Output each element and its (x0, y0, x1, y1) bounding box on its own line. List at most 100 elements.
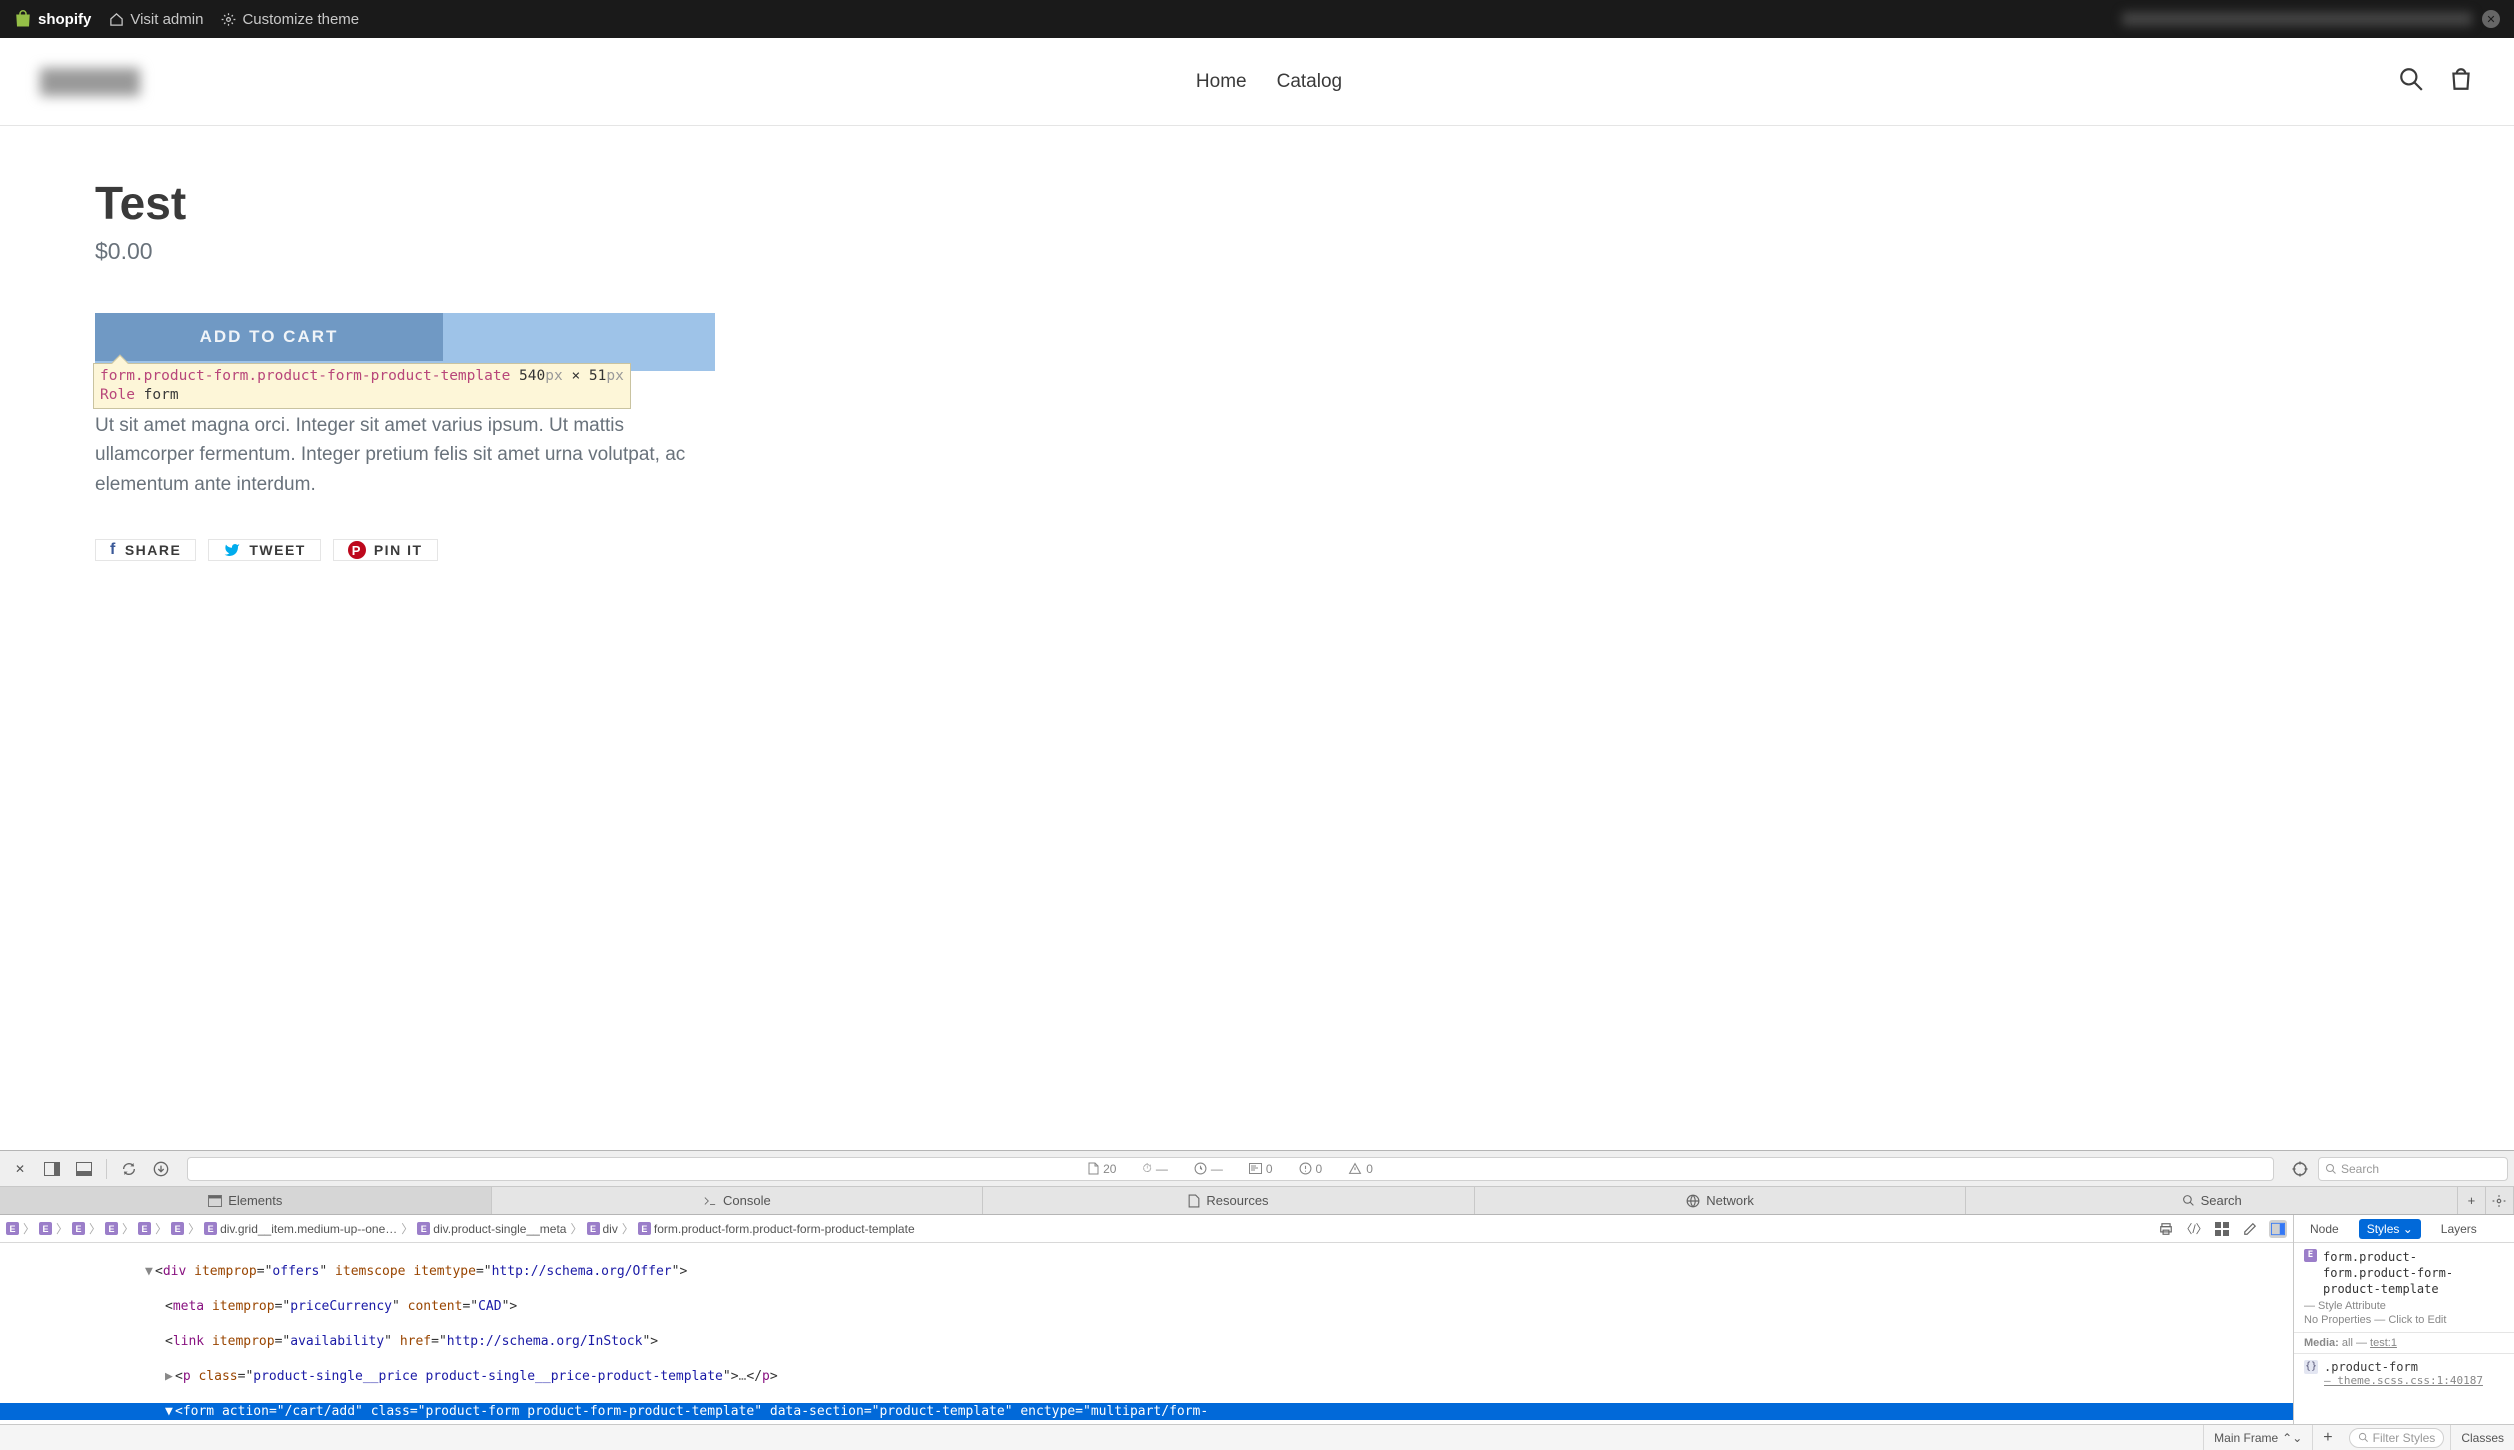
facebook-icon: f (110, 541, 117, 559)
share-label: SHARE (125, 542, 182, 558)
search-icon[interactable] (2398, 66, 2424, 97)
tab-add[interactable]: + (2458, 1187, 2486, 1214)
inspected-form-area: ADD TO CART form.product-form.product-fo… (95, 313, 725, 371)
bc-item[interactable]: E (171, 1222, 184, 1235)
product-title: Test (95, 176, 725, 230)
store-header: Home Catalog (0, 38, 2514, 126)
close-icon[interactable]: ✕ (2482, 10, 2500, 28)
side-tab-layers[interactable]: Layers (2433, 1219, 2485, 1239)
clock-status: — (1194, 1162, 1223, 1176)
devtools-footer: Main Frame ⌃⌄ + Filter Styles Classes (0, 1424, 2514, 1450)
share-pinterest-button[interactable]: P PIN IT (333, 539, 438, 561)
bc-item[interactable]: E form.product-form.product-form-product… (638, 1222, 915, 1236)
bc-item[interactable]: E (72, 1222, 85, 1235)
product-price: $0.00 (95, 238, 725, 265)
styles-sidebar: Node Styles ⌄ Layers E form.product-form… (2294, 1215, 2514, 1424)
bc-item[interactable]: E (138, 1222, 151, 1235)
share-facebook-button[interactable]: f SHARE (95, 539, 196, 561)
shopify-wordmark: shopify (38, 11, 91, 28)
dock-bottom-button[interactable] (70, 1156, 98, 1182)
dom-panel: E〉 E〉 E〉 E〉 E〉 E〉 E div.grid__item.mediu… (0, 1215, 2294, 1424)
product-content: Test $0.00 ADD TO CART form.product-form… (0, 126, 820, 561)
code-icon[interactable]: 〈/〉 (2185, 1220, 2203, 1238)
search-icon (2325, 1163, 2337, 1175)
devtools-status-bar: 20 ⏱ — — 0 0 0 (187, 1157, 2274, 1181)
tooltip-width: 540 (519, 368, 545, 384)
timer-status: ⏱ — (1142, 1161, 1167, 1176)
visit-admin-label: Visit admin (130, 11, 203, 28)
css-rule-icon: {} (2304, 1360, 2318, 1374)
tab-console[interactable]: Console (492, 1187, 984, 1214)
toggle-sidebar-icon[interactable] (2269, 1220, 2287, 1238)
admin-bar-message-blurred (2122, 12, 2472, 26)
tab-elements[interactable]: Elements (0, 1187, 492, 1214)
doc-count: 20 (1088, 1162, 1116, 1176)
shopify-logo[interactable]: shopify (14, 9, 91, 29)
devtools-search-box[interactable]: Search (2318, 1157, 2508, 1181)
tab-network[interactable]: Network (1475, 1187, 1967, 1214)
shopify-bag-icon (14, 9, 32, 29)
warning-count: 0 (1348, 1162, 1373, 1176)
grid-icon[interactable] (2213, 1220, 2231, 1238)
bc-item[interactable]: E (105, 1222, 118, 1235)
store-nav: Home Catalog (140, 71, 2398, 93)
element-picker-button[interactable] (2286, 1156, 2314, 1182)
admin-bar-left: shopify Visit admin Customize theme (14, 9, 359, 29)
tab-resources[interactable]: Resources (983, 1187, 1475, 1214)
tweet-label: TWEET (249, 542, 306, 558)
main-frame-selector[interactable]: Main Frame ⌃⌄ (2203, 1425, 2312, 1450)
close-devtools-button[interactable]: ✕ (6, 1156, 34, 1182)
product-description: Ut sit amet magna orci. Integer sit amet… (95, 411, 695, 499)
sidebar-tabs: Node Styles ⌄ Layers (2294, 1215, 2514, 1243)
store-logo-blurred[interactable] (40, 68, 140, 96)
devtools-tabs: Elements Console Resources Network Searc… (0, 1187, 2514, 1215)
gear-icon (221, 12, 236, 27)
cart-icon[interactable] (2448, 66, 2474, 97)
bc-item[interactable]: E (39, 1222, 52, 1235)
nav-catalog[interactable]: Catalog (1277, 71, 1343, 93)
side-tab-styles[interactable]: Styles ⌄ (2359, 1219, 2421, 1239)
dom-breadcrumb: E〉 E〉 E〉 E〉 E〉 E〉 E div.grid__item.mediu… (0, 1215, 2293, 1243)
new-rule-button[interactable]: + (2312, 1425, 2342, 1450)
tab-settings[interactable] (2486, 1187, 2514, 1214)
print-icon[interactable] (2157, 1220, 2175, 1238)
dom-selected-node[interactable]: ▼<form action="/cart/add" class="product… (0, 1403, 2293, 1421)
share-twitter-button[interactable]: TWEET (208, 539, 321, 561)
twitter-icon (223, 542, 241, 558)
tab-search[interactable]: Search (1966, 1187, 2458, 1214)
style-rule-sheet[interactable]: {} .product-form — theme.scss.css:1:4018… (2294, 1354, 2514, 1393)
reload-button[interactable] (115, 1156, 143, 1182)
devtools-body: E〉 E〉 E〉 E〉 E〉 E〉 E div.grid__item.mediu… (0, 1215, 2514, 1424)
visit-admin-link[interactable]: Visit admin (109, 11, 203, 28)
tooltip-role-value: form (144, 387, 179, 403)
download-button[interactable] (147, 1156, 175, 1182)
devtools-panel: ✕ 20 ⏱ — — 0 (0, 1150, 2514, 1450)
dom-tree[interactable]: ▼<div itemprop="offers" itemscope itemty… (0, 1243, 2293, 1424)
admin-bar-right: ✕ (2122, 10, 2500, 28)
bc-item[interactable]: E div.grid__item.medium-up--one… (204, 1222, 397, 1236)
pin-label: PIN IT (374, 542, 423, 558)
nav-home[interactable]: Home (1196, 71, 1247, 93)
customize-theme-link[interactable]: Customize theme (221, 11, 359, 28)
log-count: 0 (1249, 1162, 1273, 1176)
error-count: 0 (1299, 1162, 1323, 1176)
filter-styles-input[interactable]: Filter Styles (2349, 1428, 2445, 1448)
style-rule-inline[interactable]: E form.product-form.product-form-product… (2294, 1243, 2514, 1333)
classes-toggle[interactable]: Classes (2450, 1425, 2514, 1450)
dock-side-button[interactable] (38, 1156, 66, 1182)
tooltip-role-label: Role (100, 387, 135, 403)
side-tab-node[interactable]: Node (2302, 1219, 2347, 1239)
store-icons (2398, 66, 2474, 97)
pinterest-icon: P (348, 541, 366, 559)
bc-item[interactable]: E (6, 1222, 19, 1235)
bc-item[interactable]: E div (587, 1222, 618, 1236)
edit-icon[interactable] (2241, 1220, 2259, 1238)
add-to-cart-button[interactable]: ADD TO CART (95, 313, 443, 361)
tooltip-height: 51 (589, 368, 606, 384)
media-query-label: Media: all — test:1 (2294, 1333, 2514, 1354)
bc-item[interactable]: E div.product-single__meta (417, 1222, 566, 1236)
home-icon (109, 12, 124, 27)
inspector-tooltip: form.product-form.product-form-product-t… (93, 363, 631, 409)
share-buttons: f SHARE TWEET P PIN IT (95, 539, 725, 561)
shopify-admin-bar: shopify Visit admin Customize theme ✕ (0, 0, 2514, 38)
